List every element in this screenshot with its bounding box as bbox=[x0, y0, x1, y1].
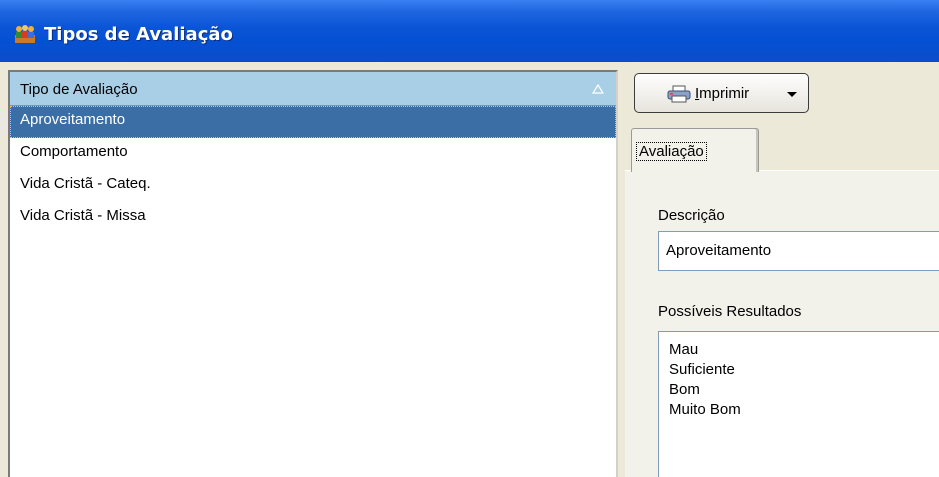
list-body: Aproveitamento Comportamento Vida Cristã… bbox=[10, 106, 616, 234]
evaluation-type-list[interactable]: Tipo de Avaliação Aproveitamento Comport… bbox=[8, 70, 618, 477]
column-header-tipo-avaliacao[interactable]: Tipo de Avaliação bbox=[10, 72, 616, 106]
sort-ascending-icon bbox=[592, 84, 604, 94]
printer-icon bbox=[667, 85, 691, 103]
list-item[interactable]: Vida Cristã - Missa bbox=[10, 202, 616, 234]
possiveis-resultados-label: Possíveis Resultados bbox=[658, 303, 802, 320]
resultado-line: Muito Bom bbox=[669, 401, 741, 418]
window-title-bar[interactable]: Tipos de Avaliação bbox=[0, 0, 939, 62]
people-group-icon bbox=[15, 25, 35, 43]
list-item[interactable]: Vida Cristã - Cateq. bbox=[10, 170, 616, 202]
tab-avaliacao[interactable]: Avaliação bbox=[631, 128, 759, 172]
descricao-field[interactable]: Aproveitamento bbox=[658, 231, 939, 271]
descricao-label: Descrição bbox=[658, 207, 725, 224]
resultado-line: Suficiente bbox=[669, 361, 735, 378]
print-button-label: Imprimir bbox=[695, 85, 750, 102]
print-button[interactable]: Imprimir bbox=[634, 73, 809, 113]
resultado-line: Mau bbox=[669, 341, 699, 358]
resultado-line: Bom bbox=[669, 381, 700, 398]
list-item[interactable]: Comportamento bbox=[10, 138, 616, 170]
dropdown-arrow-icon bbox=[787, 92, 797, 97]
list-item[interactable]: Aproveitamento bbox=[10, 106, 616, 138]
column-header-label: Tipo de Avaliação bbox=[20, 81, 138, 98]
possiveis-resultados-textarea[interactable]: Mau Suficiente Bom Muito Bom bbox=[658, 331, 939, 477]
window-title: Tipos de Avaliação bbox=[44, 24, 233, 45]
tab-label: Avaliação bbox=[636, 142, 707, 161]
